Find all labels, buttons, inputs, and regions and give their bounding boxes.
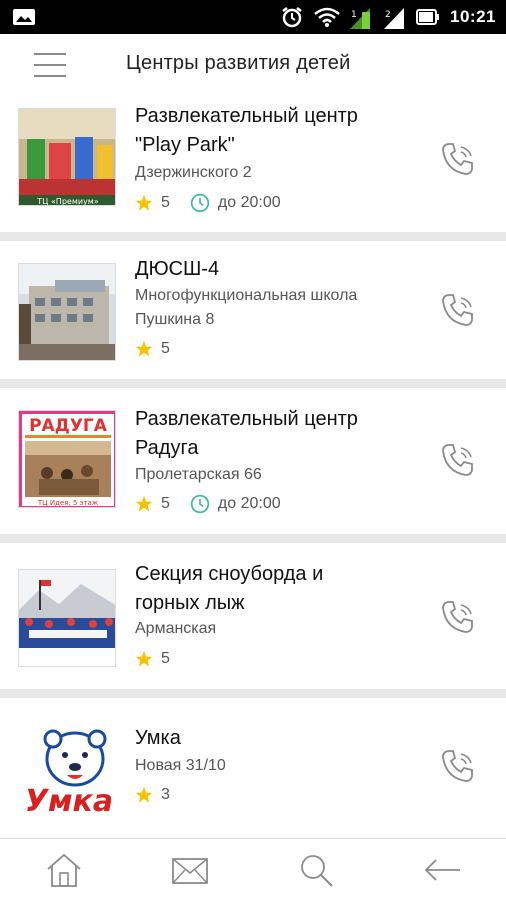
item-meta: 5 [135, 648, 170, 670]
item-rating: 5 [161, 340, 170, 357]
star-icon [135, 495, 153, 512]
item-address: Арманская [135, 620, 217, 637]
item-hours: до 20:00 [217, 194, 281, 211]
item-thumbnail[interactable]: ТЦ «Премиум» [18, 108, 116, 206]
item-separator [0, 232, 506, 241]
item-description: Многофункциональная школа [135, 287, 358, 304]
item-rating: 5 [161, 194, 170, 211]
centers-list[interactable]: ТЦ «Премиум» Развлекательный центр "Play… [0, 96, 506, 838]
hamburger-menu-icon[interactable] [30, 49, 70, 81]
page-title: Центры развития детей [126, 52, 351, 74]
item-meta: 5 [135, 338, 170, 360]
item-meta: 5 до 20:00 [135, 192, 281, 214]
item-title: Умка [135, 727, 181, 749]
signal-1-icon: 1 [348, 6, 372, 29]
item-address: Дзержинского 2 [135, 164, 252, 181]
home-icon[interactable] [44, 851, 84, 889]
thumb-logo: РАДУГА [29, 416, 108, 436]
list-item[interactable]: Секция сноуборда и горных лыж Арманская … [0, 543, 506, 689]
clock-icon [190, 193, 210, 213]
item-separator [0, 379, 506, 388]
item-thumbnail[interactable] [18, 569, 116, 667]
thumb-logo: Умка [25, 784, 113, 816]
item-hours: до 20:00 [217, 495, 281, 512]
star-icon [135, 650, 153, 667]
list-item[interactable]: ТЦ «Премиум» Развлекательный центр "Play… [0, 96, 506, 232]
item-title: Развлекательный центр Радуга [135, 408, 358, 459]
star-icon [135, 786, 153, 803]
item-separator [0, 689, 506, 698]
item-thumbnail[interactable]: РАДУГА ТЦ Идея, 5 этаж [18, 410, 116, 508]
photo-icon [12, 7, 36, 32]
item-title: Секция сноуборда и горных лыж [135, 563, 324, 614]
item-meta: 5 до 20:00 [135, 493, 281, 515]
search-icon[interactable] [296, 851, 336, 889]
thumb-caption: ТЦ Идея, 5 этаж [37, 499, 99, 507]
phone-icon[interactable] [440, 141, 476, 177]
phone-icon[interactable] [440, 442, 476, 478]
bottom-navigation [0, 838, 506, 900]
mail-icon[interactable] [170, 851, 210, 889]
phone-icon[interactable] [440, 599, 476, 635]
list-item[interactable]: Умка Умка Новая 31/10 3 [0, 698, 506, 838]
item-separator [0, 534, 506, 543]
item-address: Пушкина 8 [135, 311, 215, 328]
phone-icon[interactable] [440, 292, 476, 328]
list-item[interactable]: ДЮСШ-4 Многофункциональная школа Пушкина… [0, 241, 506, 379]
phone-icon[interactable] [440, 748, 476, 784]
status-bar: 1 2 10:21 [0, 0, 506, 34]
status-time: 10:21 [450, 7, 496, 26]
svg-text:1: 1 [351, 10, 357, 20]
item-address: Пролетарская 66 [135, 466, 262, 483]
wifi-icon [314, 6, 340, 28]
item-rating: 5 [161, 495, 170, 512]
list-item[interactable]: РАДУГА ТЦ Идея, 5 этаж Развлекательный ц… [0, 388, 506, 534]
item-rating: 3 [161, 786, 170, 803]
item-rating: 5 [161, 650, 170, 667]
item-thumbnail[interactable] [18, 263, 116, 361]
battery-icon [416, 6, 440, 28]
thumb-caption: ТЦ «Премиум» [36, 197, 99, 206]
star-icon [135, 340, 153, 357]
item-thumbnail[interactable]: Умка [18, 718, 116, 816]
item-meta: 3 [135, 784, 170, 806]
item-title: ДЮСШ-4 [135, 258, 220, 280]
item-title: Развлекательный центр "Play Park" [135, 105, 358, 156]
svg-text:2: 2 [385, 10, 391, 20]
back-arrow-icon[interactable] [422, 851, 462, 889]
item-address: Новая 31/10 [135, 757, 226, 774]
clock-icon [190, 494, 210, 514]
app-header: Центры развития детей [0, 34, 506, 96]
alarm-icon [280, 6, 304, 28]
star-icon [135, 194, 153, 211]
signal-2-icon: 2 [382, 6, 406, 29]
